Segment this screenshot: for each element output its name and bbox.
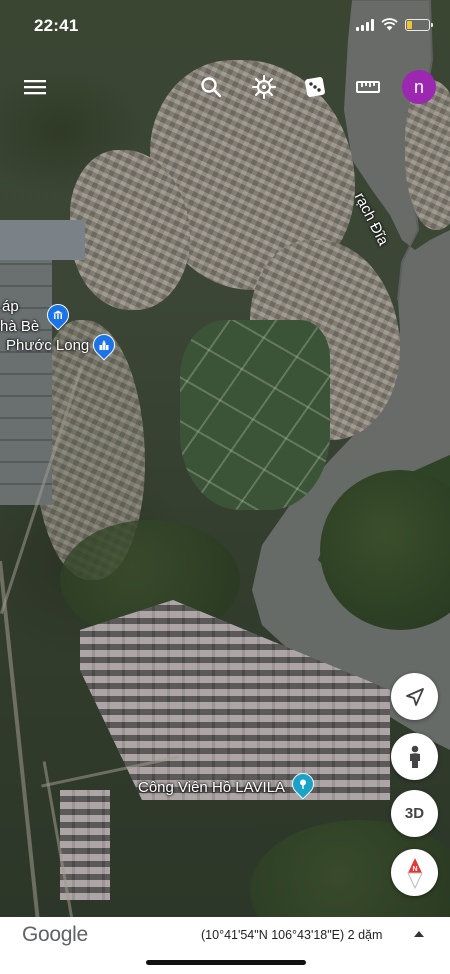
battery-icon <box>405 18 433 31</box>
development-plots <box>180 320 330 510</box>
battery-level <box>407 20 413 29</box>
coordinates-text: (10°41'54"N 106°43'18"E) <box>201 928 345 942</box>
account-avatar[interactable]: n <box>402 70 436 104</box>
google-logo: Google <box>22 923 88 946</box>
3d-view-button[interactable]: 3D <box>391 790 438 837</box>
factory-roof-top <box>0 220 85 260</box>
hamburger-menu-icon[interactable] <box>20 72 50 102</box>
map-label-cap[interactable]: áp <box>2 298 19 315</box>
scale-text: 2 dặm <box>347 928 383 942</box>
factory-roofs <box>0 255 52 505</box>
map-label-park[interactable]: Công Viên Hồ LAVILA <box>138 779 285 796</box>
avatar-initial: n <box>413 76 424 97</box>
cellular-signal-icon <box>356 18 374 31</box>
status-icons <box>356 18 433 31</box>
3d-label: 3D <box>404 805 425 822</box>
map-label-nha-be[interactable]: hà Bè <box>0 318 39 335</box>
compass-button[interactable]: N <box>391 849 438 896</box>
wifi-icon <box>381 18 398 31</box>
search-icon[interactable] <box>196 72 226 102</box>
housing-estate-south <box>60 790 110 900</box>
svg-text:N: N <box>412 866 417 873</box>
my-location-button[interactable] <box>391 673 438 720</box>
home-indicator[interactable] <box>146 960 306 965</box>
pegman-icon <box>409 745 420 768</box>
status-time: 22:41 <box>34 16 79 35</box>
ruler-icon[interactable] <box>353 72 383 102</box>
dice-icon[interactable] <box>300 72 330 102</box>
navigation-arrow-icon <box>405 687 424 706</box>
satellite-map[interactable] <box>0 0 450 974</box>
compass-icon: N <box>406 857 423 889</box>
street-view-button[interactable] <box>391 733 438 780</box>
expand-caret-icon[interactable] <box>414 931 424 937</box>
map-label-phuoc-long[interactable]: Phước Long <box>6 337 89 354</box>
coordinates-readout[interactable]: (10°41'54"N 106°43'18"E) 2 dặm <box>201 928 382 942</box>
bottom-info-bar: Google (10°41'54"N 106°43'18"E) 2 dặm <box>0 917 450 974</box>
ship-wheel-icon[interactable] <box>249 72 279 102</box>
